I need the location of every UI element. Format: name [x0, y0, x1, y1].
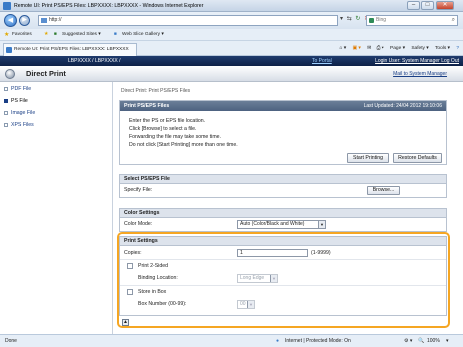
panel-title-text: Print PS/EPS Files — [124, 103, 170, 109]
web-slice-gallery-link[interactable]: Web Slice Gallery ▾ — [122, 29, 164, 41]
status-text: Done — [5, 338, 17, 344]
cmd-tools[interactable]: Tools ▾ — [435, 46, 450, 51]
restore-defaults-button[interactable]: Restore Defaults — [393, 153, 442, 163]
cmd-safety[interactable]: Safety ▾ — [411, 46, 428, 51]
sidebar-item-ps-file[interactable]: PS File — [4, 98, 28, 104]
sidebar-item-pdf-file[interactable]: PDF File — [4, 86, 31, 92]
start-printing-button[interactable]: Start Printing — [347, 153, 389, 163]
ie-icon — [3, 2, 11, 10]
add-favorite-icon[interactable]: ★ — [44, 29, 48, 41]
highlight-frame — [117, 232, 450, 328]
sidebar-item-label: PS File — [11, 98, 28, 104]
address-row: ◀ ▶ http:// ▾ ⇆ ↻ ✕ Bing ⌕ — [0, 12, 463, 29]
suggested-sites-link[interactable]: Suggested Sites ▾ — [62, 29, 101, 41]
maximize-button[interactable]: □ — [421, 1, 434, 10]
address-text: http:// — [49, 17, 62, 23]
color-mode-select[interactable]: Auto (Color/Black and White) ▼ — [237, 220, 326, 229]
bullet-icon — [4, 122, 8, 127]
sidebar-item-label: PDF File — [11, 86, 32, 92]
device-name: LBPXXXX / LBPXXXX / — [68, 58, 121, 64]
breadcrumb: Direct Print: Print PS/EPS Files — [121, 88, 191, 94]
web-slice-icon: ■ — [114, 32, 117, 37]
status-bar: Done ● Internet | Protected Mode: On ⚙ ▾… — [0, 334, 463, 347]
back-button[interactable]: ◀ — [4, 14, 17, 27]
security-zone: Internet | Protected Mode: On — [285, 338, 351, 344]
direct-print-icon — [5, 69, 15, 79]
app-title: Direct Print — [26, 69, 66, 78]
sidebar-item-label: Image File — [11, 110, 36, 116]
select-file-section: Select PS/EPS File Specify File: Browse.… — [119, 174, 447, 198]
address-actions: ▾ ⇆ ↻ ✕ — [340, 15, 369, 22]
tab-favicon — [6, 47, 12, 53]
section-heading: Select PS/EPS File — [120, 175, 446, 184]
print-icon[interactable]: ⎙ ▾ — [377, 46, 384, 51]
suggested-sites-icon: ■ — [54, 32, 57, 37]
browse-button[interactable]: Browse... — [367, 186, 400, 195]
zoom-dropdown-icon[interactable]: ▾ — [446, 335, 449, 347]
color-mode-value: Auto (Color/Black and White) — [240, 221, 305, 227]
zoom-level[interactable]: 100% — [427, 335, 440, 347]
chevron-down-icon: ▼ — [318, 221, 325, 228]
favorites-button[interactable]: Favorites — [12, 29, 32, 41]
to-portal-link[interactable]: To Portal — [312, 56, 332, 66]
home-icon[interactable]: ⌂ ▾ — [340, 46, 347, 51]
section-heading: Color Settings — [120, 209, 446, 218]
page-icon — [41, 18, 47, 23]
search-icon[interactable]: ⌕ — [452, 16, 455, 25]
last-updated: Last Updated: 24/04 2012 19:10:06 — [363, 103, 442, 109]
search-input[interactable]: Bing ⌕ — [366, 15, 458, 26]
specify-file-label: Specify File: — [124, 187, 153, 193]
app-title-bar: Direct Print Mail to System Manager — [0, 66, 463, 82]
mail-to-system-manager-link[interactable]: Mail to System Manager — [393, 71, 447, 77]
cmd-page[interactable]: Page ▾ — [390, 46, 405, 51]
favorites-bar: ★ Favorites ★ ■ Suggested Sites ▾ ■ Web … — [0, 29, 463, 41]
favorites-star-icon: ★ — [4, 32, 10, 38]
browser-tab[interactable]: Remote UI: Print PS/EPS Files: LBPXXXX: … — [3, 43, 137, 56]
login-user-logout[interactable]: Login User: System Manager Log Out — [375, 56, 459, 66]
instruction-line: Forwarding the file may take some time. — [129, 134, 221, 140]
globe-icon: ● — [276, 338, 280, 344]
bullet-icon — [4, 86, 8, 91]
search-placeholder: Bing — [376, 17, 387, 23]
dropdown-icon[interactable]: ▾ — [340, 16, 343, 22]
sidebar: PDF File PS File Image File XPS Files — [0, 82, 113, 334]
compat-icon[interactable]: ⇆ — [347, 16, 352, 22]
sidebar-item-label: XPS Files — [11, 122, 34, 128]
forward-button[interactable]: ▶ — [19, 15, 30, 26]
refresh-icon[interactable]: ↻ — [355, 16, 360, 22]
instruction-line: Click [Browse] to select a file. — [129, 126, 197, 132]
print-ps-eps-panel: Print PS/EPS Files Last Updated: 24/04 2… — [119, 100, 447, 165]
instruction-line: Enter the PS or EPS file location. — [129, 118, 206, 124]
zoom-icon: 🔍 — [418, 338, 425, 344]
sidebar-item-image-file[interactable]: Image File — [4, 110, 35, 116]
zone-dropdown-icon[interactable]: ⚙ ▾ — [404, 335, 412, 347]
bullet-icon — [4, 110, 8, 115]
bing-icon — [369, 18, 374, 23]
address-bar[interactable]: http:// — [38, 15, 338, 26]
close-window-button[interactable]: ✕ — [436, 1, 454, 10]
feeds-icon[interactable]: ▣ ▾ — [353, 46, 361, 51]
remote-ui-header: LBPXXXX / LBPXXXX / To Portal Login User… — [0, 56, 463, 66]
command-bar: ⌂ ▾ ▣ ▾ ✉ ⎙ ▾ Page ▾ Safety ▾ Tools ▾ ? — [340, 44, 459, 54]
instruction-line: Do not click [Start Printing] more than … — [129, 142, 238, 148]
window-titlebar: Remote UI: Print PS/EPS Files: LBPXXXX: … — [0, 0, 463, 12]
panel-title: Print PS/EPS Files Last Updated: 24/04 2… — [120, 101, 446, 111]
tab-row: Remote UI: Print PS/EPS Files: LBPXXXX: … — [0, 41, 463, 56]
color-settings-section: Color Settings Color Mode: Auto (Color/B… — [119, 208, 447, 232]
help-icon[interactable]: ? — [456, 46, 459, 51]
bullet-icon — [4, 98, 8, 103]
minimize-button[interactable]: – — [407, 1, 420, 10]
color-mode-label: Color Mode: — [124, 221, 153, 227]
mail-icon[interactable]: ✉ — [367, 46, 371, 51]
window-title: Remote UI: Print PS/EPS Files: LBPXXXX: … — [14, 3, 204, 9]
sidebar-item-xps-files[interactable]: XPS Files — [4, 122, 34, 128]
tab-title: Remote UI: Print PS/EPS Files: LBPXXXX: … — [14, 47, 129, 52]
